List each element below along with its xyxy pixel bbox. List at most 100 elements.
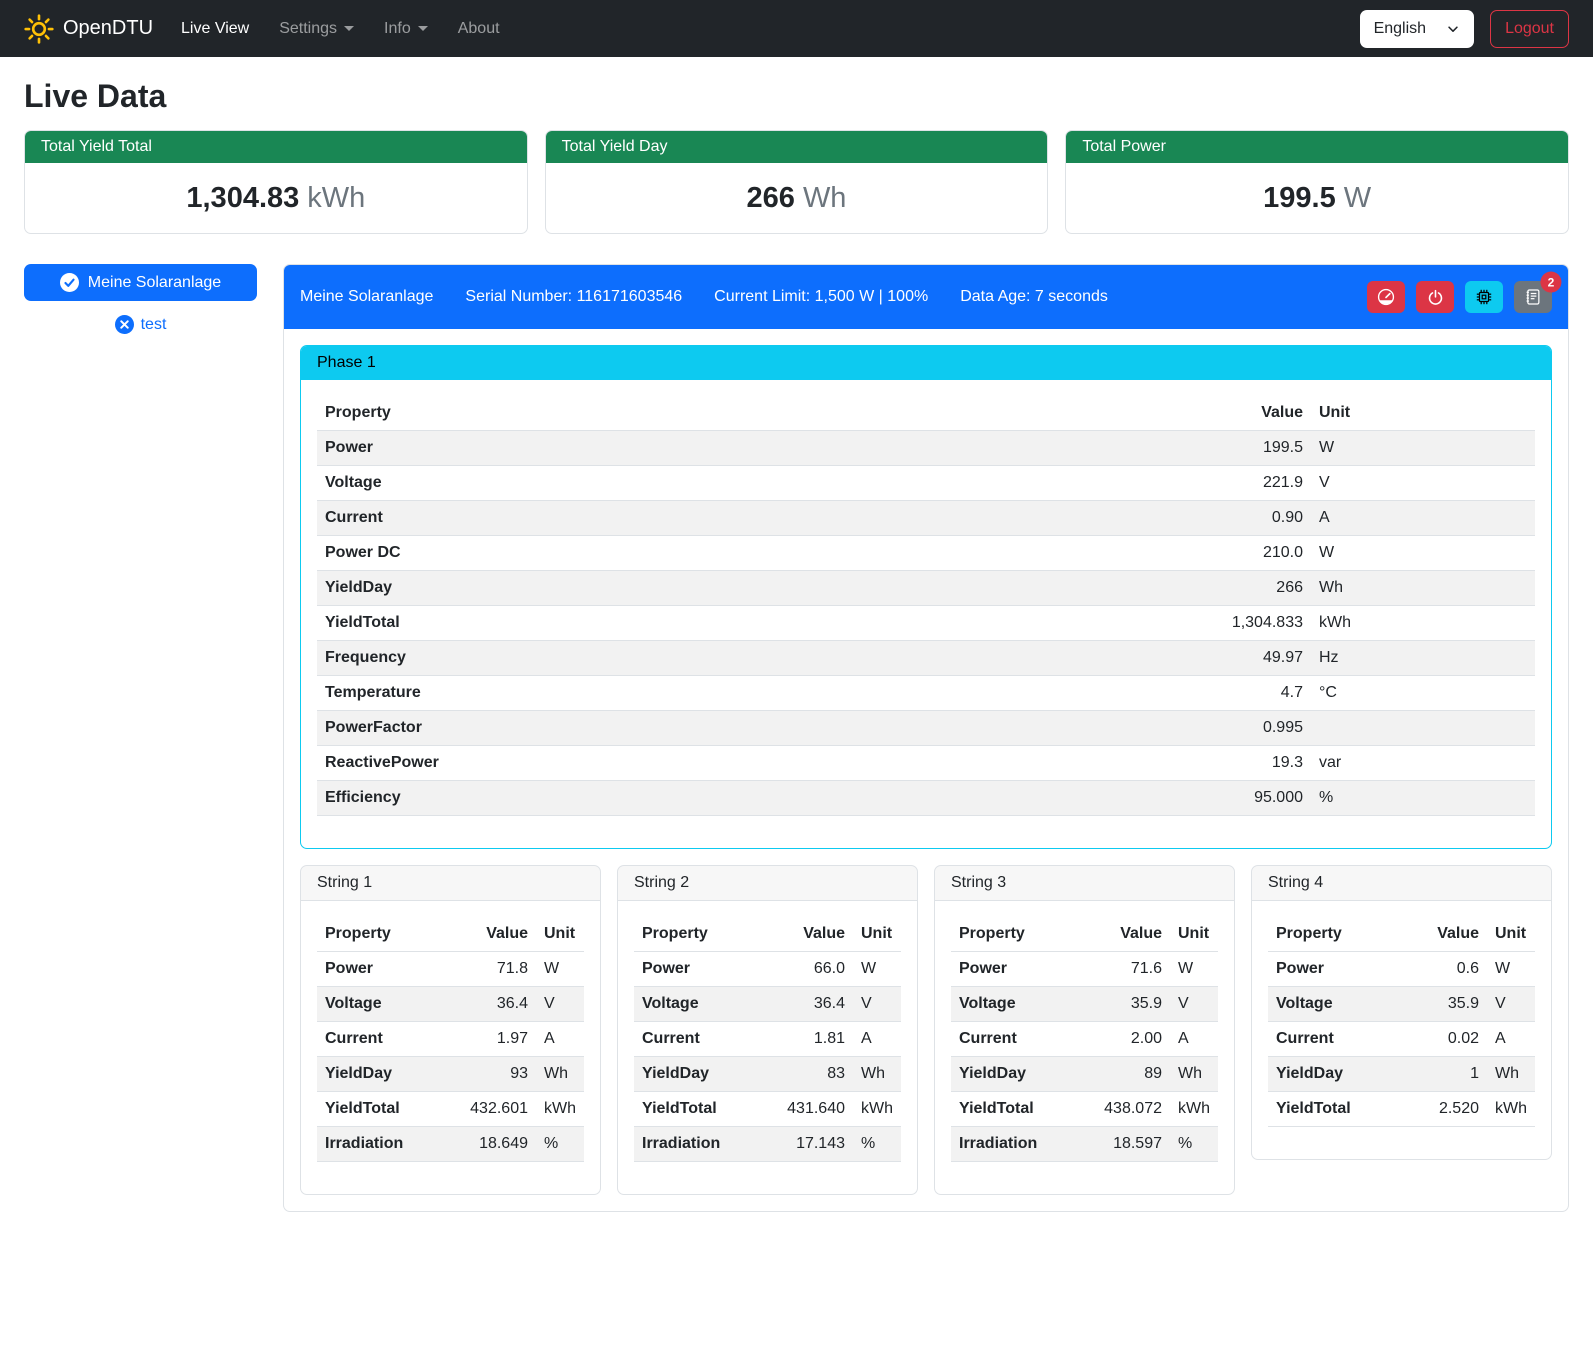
language-value: English [1374, 20, 1426, 38]
property-cell: Frequency [317, 641, 912, 676]
nav-item-info[interactable]: Info [376, 12, 436, 46]
total-power-card: Total Power 199.5W [1065, 130, 1569, 234]
unit-cell: Wh [1170, 1057, 1218, 1092]
property-cell: Current [634, 1022, 757, 1057]
property-cell: Temperature [317, 676, 912, 711]
table-row: Voltage35.9V [1268, 987, 1535, 1022]
unit-cell: A [1170, 1022, 1218, 1057]
power-toggle-button[interactable] [1416, 281, 1454, 313]
unit-cell [1311, 711, 1535, 746]
string-3-card: String 3 Property Value Unit [934, 865, 1235, 1195]
phase-1-card: Phase 1 Property Value Unit Power199.5WV… [300, 345, 1552, 849]
unit-cell: kWh [853, 1092, 901, 1127]
string-1-table: Property Value Unit Power71.8WVoltage36.… [317, 917, 584, 1162]
unit-cell: kWh [1487, 1092, 1535, 1127]
device-info-button[interactable] [1465, 281, 1503, 313]
unit-cell: % [536, 1127, 584, 1162]
value-cell: 18.649 [440, 1127, 536, 1162]
power-icon [1427, 289, 1444, 306]
nav-item-settings[interactable]: Settings [271, 12, 362, 46]
phase-table: Property Value Unit Power199.5WVoltage22… [317, 396, 1535, 816]
value-cell: 2.520 [1402, 1092, 1487, 1127]
unit-cell: W [853, 952, 901, 987]
string-title: String 3 [935, 866, 1234, 901]
caret-down-icon [344, 26, 354, 31]
column-header-unit: Unit [853, 917, 901, 952]
unit-cell: W [1170, 952, 1218, 987]
property-cell: Power DC [317, 536, 912, 571]
table-row: YieldDay89Wh [951, 1057, 1218, 1092]
column-header-property: Property [951, 917, 1074, 952]
nav-items: Live View Settings Info About [173, 12, 522, 46]
table-row: Power DC210.0W [317, 536, 1535, 571]
property-cell: Current [317, 1022, 440, 1057]
value-cell: 199.5 [912, 431, 1311, 466]
inverter-button-test[interactable]: test [24, 315, 257, 334]
table-row: YieldDay83Wh [634, 1057, 901, 1092]
unit-cell: var [1311, 746, 1535, 781]
event-log-button[interactable]: 2 [1514, 281, 1552, 313]
limit-settings-button[interactable] [1367, 281, 1405, 313]
table-row: YieldTotal432.601kWh [317, 1092, 584, 1127]
table-row: Power66.0W [634, 952, 901, 987]
table-row: Voltage36.4V [317, 987, 584, 1022]
brand[interactable]: OpenDTU [24, 14, 153, 44]
column-header-value: Value [440, 917, 536, 952]
nav-item-about[interactable]: About [450, 12, 508, 46]
inverter-button-selected[interactable]: Meine Solaranlage [24, 264, 257, 301]
table-row: Voltage221.9V [317, 466, 1535, 501]
card-title: Total Power [1066, 131, 1568, 163]
table-row: Power0.6W [1268, 952, 1535, 987]
value-cell: 89 [1074, 1057, 1170, 1092]
card-value: 1,304.83 [186, 182, 299, 214]
inverter-name: Meine Solaranlage [300, 288, 433, 306]
unit-cell: A [536, 1022, 584, 1057]
card-title: Total Yield Total [25, 131, 527, 163]
table-row: Efficiency95.000% [317, 781, 1535, 816]
inverter-limit: Current Limit: 1,500 W | 100% [714, 288, 928, 306]
string-1-card: String 1 Property Value Unit [300, 865, 601, 1195]
table-row: PowerFactor0.995 [317, 711, 1535, 746]
column-header-unit: Unit [536, 917, 584, 952]
column-header-value: Value [1402, 917, 1487, 952]
value-cell: 95.000 [912, 781, 1311, 816]
page-title: Live Data [24, 78, 1569, 115]
inverter-serial: Serial Number: 116171603546 [465, 288, 682, 306]
unit-cell: W [1311, 431, 1535, 466]
property-cell: Power [317, 431, 912, 466]
value-cell: 83 [757, 1057, 853, 1092]
property-cell: YieldDay [951, 1057, 1074, 1092]
property-cell: Power [1268, 952, 1402, 987]
value-cell: 19.3 [912, 746, 1311, 781]
column-header-property: Property [317, 396, 912, 431]
unit-cell: % [1170, 1127, 1218, 1162]
property-cell: Voltage [634, 987, 757, 1022]
unit-cell: V [536, 987, 584, 1022]
value-cell: 93 [440, 1057, 536, 1092]
column-header-value: Value [912, 396, 1311, 431]
unit-cell: W [1487, 952, 1535, 987]
value-cell: 0.90 [912, 501, 1311, 536]
property-cell: YieldTotal [951, 1092, 1074, 1127]
property-cell: YieldTotal [1268, 1092, 1402, 1127]
unit-cell: Wh [536, 1057, 584, 1092]
inverter-card: Meine Solaranlage Serial Number: 1161716… [283, 264, 1569, 1212]
unit-cell: V [1487, 987, 1535, 1022]
unit-cell: A [853, 1022, 901, 1057]
logout-button[interactable]: Logout [1490, 10, 1569, 48]
card-unit: kWh [307, 182, 365, 214]
total-yield-day-card: Total Yield Day 266Wh [545, 130, 1049, 234]
value-cell: 71.6 [1074, 952, 1170, 987]
nav-item-live-view[interactable]: Live View [173, 12, 257, 46]
table-row: Current0.02A [1268, 1022, 1535, 1057]
table-row: Irradiation17.143% [634, 1127, 901, 1162]
card-unit: W [1344, 182, 1371, 214]
language-select[interactable]: English [1360, 10, 1474, 48]
string-4-card: String 4 Property Value Unit [1251, 865, 1552, 1160]
property-cell: Irradiation [951, 1127, 1074, 1162]
property-cell: YieldDay [634, 1057, 757, 1092]
event-count-badge: 2 [1540, 272, 1561, 293]
card-value: 266 [747, 182, 795, 214]
inverter-test-label: test [141, 316, 167, 334]
table-row: Temperature4.7°C [317, 676, 1535, 711]
